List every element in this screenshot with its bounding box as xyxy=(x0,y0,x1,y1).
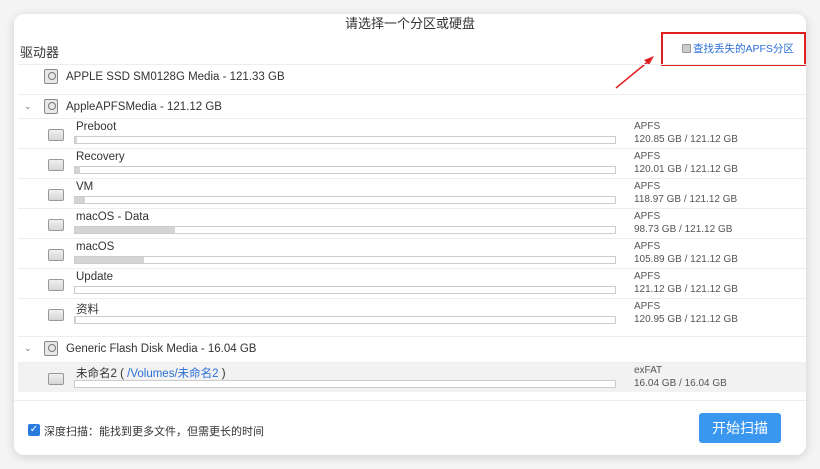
partition-row[interactable]: Recovery APFS 120.01 GB / 121.12 GB xyxy=(18,148,806,178)
hard-drive-icon xyxy=(44,99,58,114)
usage-fill xyxy=(75,167,81,173)
usage-fill xyxy=(75,227,176,233)
partition-name: macOS - Data xyxy=(76,211,149,223)
drive-name: APPLE SSD SM0128G Media - 121.33 GB xyxy=(66,70,285,83)
drive-row[interactable]: ⌄ Generic Flash Disk Media - 16.04 GB xyxy=(18,336,806,360)
partition-dialog: 请选择一个分区或硬盘 驱动器 查找丢失的APFS分区 APPLE SSD SM0… xyxy=(14,14,806,455)
usage-bar xyxy=(74,196,616,204)
partition-name: macOS xyxy=(76,241,115,253)
usage-fill xyxy=(75,257,144,263)
hard-drive-icon xyxy=(44,341,58,356)
drive-row[interactable]: ⌄ AppleAPFSMedia - 121.12 GB xyxy=(18,94,806,118)
volume-icon xyxy=(48,129,64,141)
filesystem-info: exFAT 16.04 GB / 16.04 GB xyxy=(634,365,727,389)
start-scan-button[interactable]: 开始扫描 xyxy=(699,413,781,443)
volume-icon xyxy=(48,189,64,201)
partition-name: Update xyxy=(76,271,114,283)
highlight-box xyxy=(661,32,806,66)
partition-row[interactable]: Preboot APFS 120.85 GB / 121.12 GB xyxy=(18,118,806,148)
filesystem-info: APFS 118.97 GB / 121.12 GB xyxy=(634,181,738,205)
drive-name: Generic Flash Disk Media - 16.04 GB xyxy=(66,342,257,355)
drive-name: AppleAPFSMedia - 121.12 GB xyxy=(66,100,222,113)
partition-row[interactable]: macOS APFS 105.89 GB / 121.12 GB xyxy=(18,238,806,268)
partition-name: 资料 xyxy=(76,304,99,316)
partition-row[interactable]: macOS - Data APFS 98.73 GB / 121.12 GB xyxy=(18,208,806,238)
usage-bar xyxy=(74,166,616,174)
partition-name: Preboot xyxy=(76,121,117,133)
usage-bar xyxy=(74,136,616,144)
usage-bar xyxy=(74,286,616,294)
usage-bar xyxy=(74,316,616,324)
volume-icon xyxy=(48,249,64,261)
partition-name: VM xyxy=(76,181,94,193)
partition-row[interactable]: VM APFS 118.97 GB / 121.12 GB xyxy=(18,178,806,208)
filesystem-info: APFS 121.12 GB / 121.12 GB xyxy=(634,271,738,295)
drives-heading: 驱动器 xyxy=(20,45,60,60)
partition-row[interactable]: 未命名2 ( /Volumes/未命名2 ) exFAT 16.04 GB / 1… xyxy=(18,362,806,392)
usage-fill xyxy=(75,197,85,203)
filesystem-info: APFS 98.73 GB / 121.12 GB xyxy=(634,211,733,235)
partition-name: 未命名2 ( /Volumes/未命名2 ) xyxy=(76,368,226,380)
usage-fill xyxy=(75,317,77,323)
usage-bar xyxy=(74,226,616,234)
volume-icon xyxy=(48,159,64,171)
deep-scan-label: 深度扫描：能找到更多文件，但需更长的时间 xyxy=(44,426,264,438)
chevron-down-icon[interactable]: ⌄ xyxy=(24,101,34,112)
filesystem-info: APFS 120.01 GB / 121.12 GB xyxy=(634,151,738,175)
volume-icon xyxy=(48,219,64,231)
partition-row[interactable]: 资料 APFS 120.95 GB / 121.12 GB xyxy=(18,298,806,328)
usage-bar xyxy=(74,380,616,388)
filesystem-info: APFS 120.95 GB / 121.12 GB xyxy=(634,301,738,325)
chevron-down-icon[interactable]: ⌄ xyxy=(24,343,34,354)
volume-icon xyxy=(48,373,64,385)
usage-fill xyxy=(75,137,77,143)
filesystem-info: APFS 105.89 GB / 121.12 GB xyxy=(634,241,738,265)
footer-divider xyxy=(14,400,806,401)
usage-bar xyxy=(74,256,616,264)
hard-drive-icon xyxy=(44,69,58,84)
filesystem-info: APFS 120.85 GB / 121.12 GB xyxy=(634,121,738,145)
dialog-title: 请选择一个分区或硬盘 xyxy=(344,16,475,31)
partition-row[interactable]: Update APFS 121.12 GB / 121.12 GB xyxy=(18,268,806,298)
volume-icon xyxy=(48,279,64,291)
drive-row[interactable]: APPLE SSD SM0128G Media - 121.33 GB xyxy=(18,64,806,88)
volume-path-link[interactable]: /Volumes/未命名2 xyxy=(127,368,218,380)
volume-icon xyxy=(48,309,64,321)
deep-scan-checkbox[interactable]: ✓ xyxy=(28,424,40,436)
partition-name: Recovery xyxy=(76,151,125,163)
